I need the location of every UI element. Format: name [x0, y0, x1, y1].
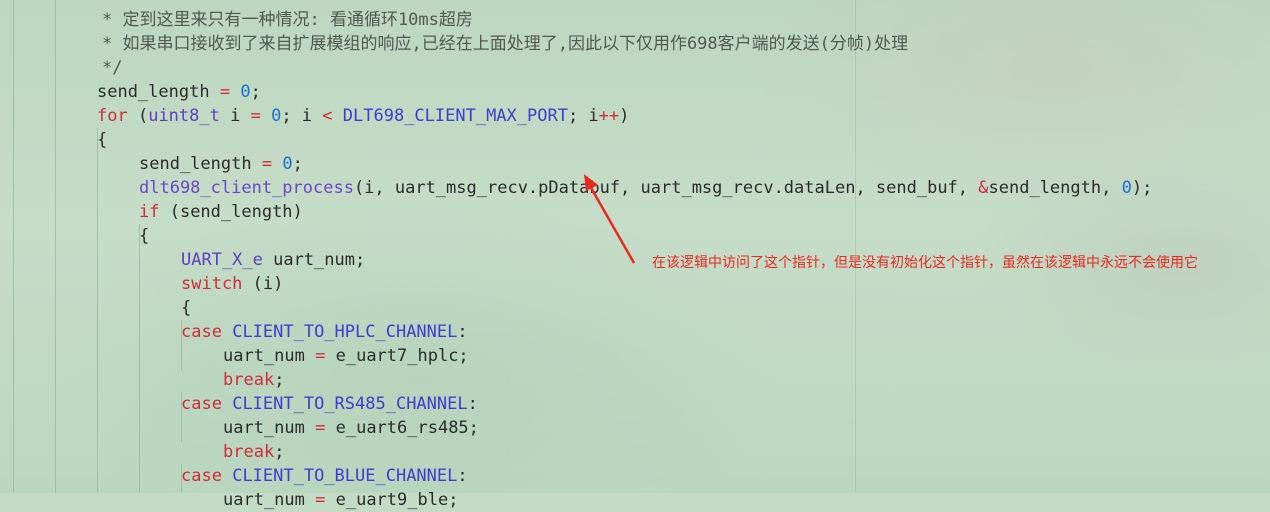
code-token: =: [315, 490, 326, 510]
code-token: e_uart9_ble;: [325, 490, 459, 510]
annotation-arrow: [584, 174, 636, 264]
code-token: uart_num: [223, 490, 316, 510]
annotation-note: 在该逻辑中访问了这个指针，但是没有初始化这个指针，虽然在该逻辑中永远不会使用它: [652, 255, 1198, 271]
